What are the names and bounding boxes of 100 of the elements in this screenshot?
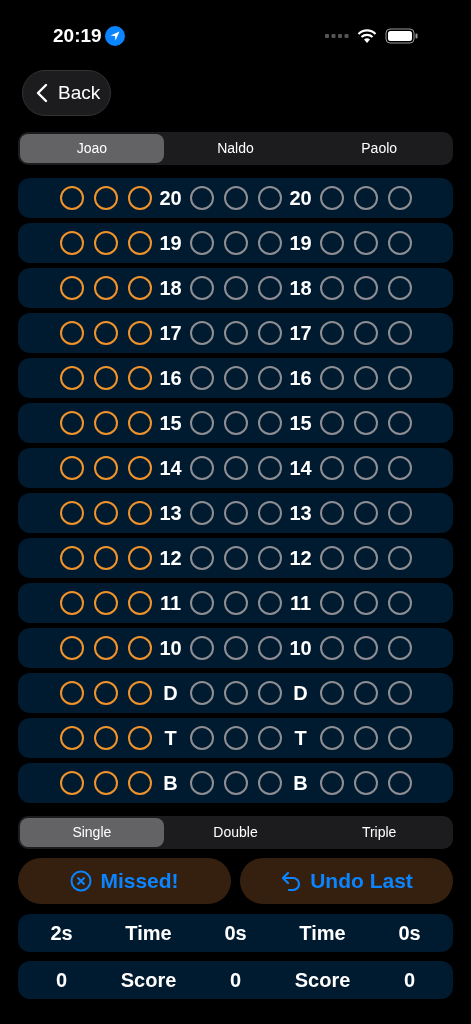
mark-button[interactable] [127, 546, 152, 570]
mark-button[interactable] [223, 231, 248, 255]
mark-button[interactable] [223, 501, 248, 525]
mark-button[interactable] [127, 591, 152, 615]
mark-button[interactable] [223, 636, 248, 660]
segment-tab[interactable]: Joao [20, 134, 164, 163]
segment-tab[interactable]: Naldo [163, 134, 308, 163]
mark-button[interactable] [257, 321, 282, 345]
mark-button[interactable] [353, 366, 378, 390]
mark-button[interactable] [257, 771, 282, 795]
mark-button[interactable] [189, 591, 214, 615]
back-button[interactable]: Back [22, 70, 112, 116]
mark-button[interactable] [189, 366, 214, 390]
mark-button[interactable] [223, 591, 248, 615]
mark-button[interactable] [127, 636, 152, 660]
mark-button[interactable] [387, 456, 412, 480]
mark-button[interactable] [353, 501, 378, 525]
mark-button[interactable] [257, 546, 282, 570]
mark-button[interactable] [319, 591, 344, 615]
mark-button[interactable] [257, 276, 282, 300]
mark-button[interactable] [223, 726, 248, 750]
segment-tab[interactable]: Triple [307, 818, 451, 847]
mark-button[interactable] [189, 321, 214, 345]
mark-button[interactable] [223, 321, 248, 345]
mark-button[interactable] [387, 411, 412, 435]
mark-button[interactable] [353, 231, 378, 255]
mark-button[interactable] [189, 726, 214, 750]
mark-button[interactable] [93, 591, 118, 615]
mark-button[interactable] [93, 456, 118, 480]
mark-button[interactable] [387, 591, 412, 615]
mark-button[interactable] [189, 501, 214, 525]
mark-button[interactable] [127, 456, 152, 480]
mark-button[interactable] [257, 411, 282, 435]
mark-button[interactable] [319, 366, 344, 390]
mark-button[interactable] [353, 321, 378, 345]
mark-button[interactable] [387, 186, 412, 210]
mark-button[interactable] [223, 546, 248, 570]
mark-button[interactable] [127, 186, 152, 210]
mark-button[interactable] [59, 501, 84, 525]
mark-button[interactable] [387, 636, 412, 660]
mark-button[interactable] [387, 231, 412, 255]
mark-button[interactable] [59, 276, 84, 300]
mark-button[interactable] [127, 501, 152, 525]
mark-button[interactable] [353, 726, 378, 750]
mark-button[interactable] [319, 456, 344, 480]
segment-tab[interactable]: Paolo [307, 134, 451, 163]
mark-button[interactable] [319, 276, 344, 300]
mark-button[interactable] [319, 636, 344, 660]
mark-button[interactable] [189, 411, 214, 435]
mark-button[interactable] [93, 636, 118, 660]
undo-button[interactable]: Undo Last [240, 858, 453, 904]
mark-button[interactable] [223, 276, 248, 300]
mark-button[interactable] [189, 186, 214, 210]
mark-button[interactable] [93, 726, 118, 750]
mark-button[interactable] [127, 366, 152, 390]
mark-button[interactable] [189, 231, 214, 255]
mark-button[interactable] [127, 681, 152, 705]
mark-button[interactable] [59, 546, 84, 570]
mark-button[interactable] [127, 231, 152, 255]
mark-button[interactable] [387, 501, 412, 525]
mark-button[interactable] [127, 726, 152, 750]
mark-button[interactable] [189, 456, 214, 480]
mark-button[interactable] [59, 411, 84, 435]
mark-button[interactable] [257, 366, 282, 390]
mark-button[interactable] [353, 186, 378, 210]
mark-button[interactable] [353, 771, 378, 795]
mark-button[interactable] [93, 501, 118, 525]
mark-button[interactable] [59, 591, 84, 615]
mark-button[interactable] [387, 681, 412, 705]
mark-button[interactable] [319, 681, 344, 705]
mark-button[interactable] [93, 411, 118, 435]
mark-button[interactable] [189, 681, 214, 705]
mark-button[interactable] [127, 321, 152, 345]
mark-button[interactable] [127, 771, 152, 795]
mark-button[interactable] [353, 411, 378, 435]
segment-tab[interactable]: Double [163, 818, 308, 847]
mark-button[interactable] [387, 276, 412, 300]
mark-button[interactable] [319, 231, 344, 255]
mark-button[interactable] [59, 681, 84, 705]
mark-button[interactable] [319, 411, 344, 435]
mark-button[interactable] [353, 456, 378, 480]
mark-button[interactable] [387, 321, 412, 345]
mark-button[interactable] [353, 276, 378, 300]
mark-button[interactable] [223, 366, 248, 390]
mark-button[interactable] [93, 681, 118, 705]
mark-button[interactable] [319, 546, 344, 570]
mark-button[interactable] [319, 321, 344, 345]
mark-button[interactable] [387, 366, 412, 390]
mark-button[interactable] [257, 726, 282, 750]
mark-button[interactable] [387, 771, 412, 795]
mark-button[interactable] [93, 546, 118, 570]
mark-button[interactable] [59, 321, 84, 345]
mark-button[interactable] [387, 546, 412, 570]
mark-button[interactable] [353, 636, 378, 660]
mark-button[interactable] [257, 636, 282, 660]
mark-button[interactable] [257, 456, 282, 480]
mark-button[interactable] [59, 636, 84, 660]
mark-button[interactable] [59, 366, 84, 390]
mark-button[interactable] [223, 681, 248, 705]
mark-button[interactable] [93, 771, 118, 795]
